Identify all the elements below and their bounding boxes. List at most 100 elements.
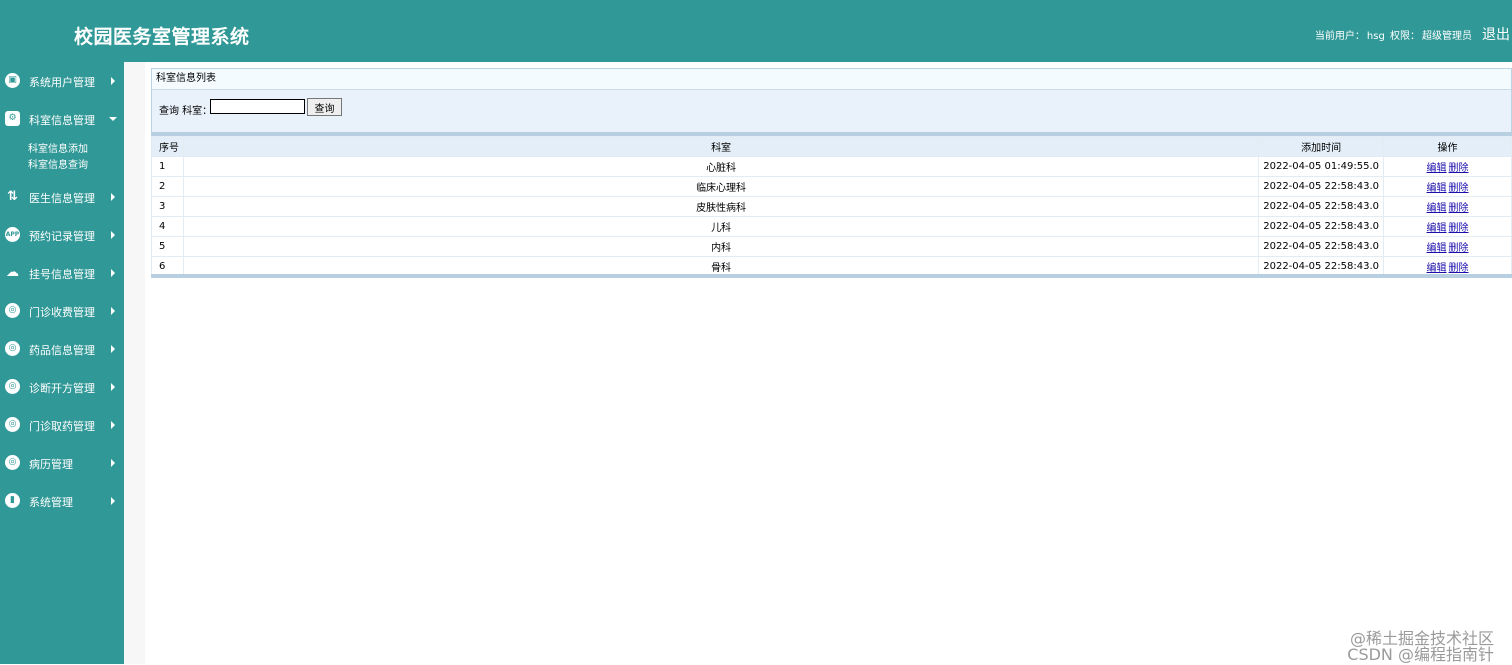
row-department: 内科: [182, 236, 1260, 257]
delete-link[interactable]: 删除: [1449, 163, 1469, 174]
row-time: 2022-04-05 22:58:43.0: [1258, 196, 1385, 217]
sidebar-item-label: 系统用户管理: [29, 76, 95, 89]
sidebar-item-label: 诊断开方管理: [29, 382, 95, 395]
row-time: 2022-04-05 22:58:43.0: [1258, 236, 1385, 257]
sidebar-item-system-users[interactable]: ▣ 系统用户管理: [0, 69, 124, 93]
user-label: 当前用户：: [1314, 31, 1365, 42]
sidebar-item-dispensing[interactable]: ◎ 门诊取药管理: [0, 413, 124, 437]
delete-link[interactable]: 删除: [1449, 263, 1469, 274]
row-time: 2022-04-05 22:58:43.0: [1258, 176, 1385, 197]
row-department: 儿科: [182, 216, 1260, 237]
sidebar-item-label: 预约记录管理: [29, 230, 95, 243]
row-actions: 编辑 删除: [1383, 236, 1512, 257]
table-bottom-border: [151, 274, 1512, 278]
search-panel: 科室信息列表 查询 科室： 查询: [151, 68, 1512, 134]
top-header: 校园医务室管理系统 当前用户： hsg 权限： 超级管理员 退出: [0, 0, 1512, 62]
table-row: 1 心脏科 2022-04-05 01:49:55.0 编辑 删除: [151, 156, 1512, 177]
chevron-down-icon: [109, 117, 117, 121]
role-name: 超级管理员: [1422, 31, 1472, 42]
edit-link[interactable]: 编辑: [1427, 163, 1447, 174]
department-table: 序号 科室 添加时间 操作 1 心脏科 2022-04-05 01:49:55.…: [151, 136, 1512, 277]
row-no: 2: [151, 176, 184, 197]
sidebar-item-label: 医生信息管理: [29, 192, 95, 205]
cloud-icon: ☁: [6, 265, 19, 280]
row-time: 2022-04-05 01:49:55.0: [1258, 156, 1385, 177]
row-actions: 编辑 删除: [1383, 176, 1512, 197]
sidebar-item-department[interactable]: ⚙ 科室信息管理: [0, 107, 124, 131]
current-user-info: 当前用户： hsg 权限： 超级管理员: [1313, 27, 1472, 42]
chevron-right-icon: [111, 193, 115, 201]
sidebar-item-doctor[interactable]: ⇅ 医生信息管理: [0, 185, 124, 209]
target-icon: ◎: [5, 341, 20, 356]
target-icon: ◎: [5, 417, 20, 432]
search-button[interactable]: 查询: [307, 98, 342, 116]
subitem-department-query[interactable]: 科室信息查询: [28, 156, 88, 171]
chevron-right-icon: [111, 459, 115, 467]
column-header-no: 序号: [151, 136, 184, 157]
delete-link[interactable]: 删除: [1449, 183, 1469, 194]
app-icon: APP: [5, 227, 20, 242]
sidebar-item-medicine[interactable]: ◎ 药品信息管理: [0, 337, 124, 361]
table-row: 5 内科 2022-04-05 22:58:43.0 编辑 删除: [151, 236, 1512, 257]
chevron-right-icon: [111, 77, 115, 85]
column-header-time: 添加时间: [1258, 136, 1385, 157]
row-no: 5: [151, 236, 184, 257]
chevron-right-icon: [111, 307, 115, 315]
department-search-input[interactable]: [210, 99, 305, 114]
row-time: 2022-04-05 22:58:43.0: [1258, 216, 1385, 237]
sidebar-item-label: 挂号信息管理: [29, 268, 95, 281]
sidebar-item-appointment[interactable]: APP 预约记录管理: [0, 223, 124, 247]
row-actions: 编辑 删除: [1383, 156, 1512, 177]
doctor-icon: ⇅: [7, 189, 18, 204]
column-header-department: 科室: [182, 136, 1260, 157]
sidebar-item-outpatient-fee[interactable]: ◎ 门诊收费管理: [0, 299, 124, 323]
row-no: 4: [151, 216, 184, 237]
chevron-right-icon: [111, 421, 115, 429]
target-icon: ◎: [5, 455, 20, 470]
column-header-actions: 操作: [1383, 136, 1512, 157]
panel-title: 科室信息列表: [152, 69, 1511, 90]
table-header-row: 序号 科室 添加时间 操作: [151, 136, 1512, 157]
edit-link[interactable]: 编辑: [1427, 183, 1447, 194]
sidebar-item-label: 门诊收费管理: [29, 306, 95, 319]
row-department: 心脏科: [182, 156, 1260, 177]
logout-link[interactable]: 退出: [1482, 24, 1510, 44]
table-row: 3 皮肤性病科 2022-04-05 22:58:43.0 编辑 删除: [151, 196, 1512, 217]
delete-link[interactable]: 删除: [1449, 203, 1469, 214]
sidebar-item-label: 门诊取药管理: [29, 420, 95, 433]
sidebar-item-registration[interactable]: ☁ 挂号信息管理: [0, 261, 124, 285]
app-title: 校园医务室管理系统: [74, 26, 250, 48]
subitem-department-add[interactable]: 科室信息添加: [28, 140, 88, 155]
delete-link[interactable]: 删除: [1449, 243, 1469, 254]
chevron-right-icon: [111, 383, 115, 391]
target-icon: ◎: [5, 379, 20, 394]
watermark-csdn: CSDN @编程指南针: [1347, 645, 1494, 664]
row-actions: 编辑 删除: [1383, 196, 1512, 217]
edit-link[interactable]: 编辑: [1427, 223, 1447, 234]
user-list-icon: ▣: [5, 73, 20, 88]
sidebar-menu: ▣ 系统用户管理 ⚙ 科室信息管理 科室信息添加 科室信息查询 ⇅ 医生信息管理…: [0, 62, 124, 664]
chevron-right-icon: [111, 269, 115, 277]
delete-link[interactable]: 删除: [1449, 223, 1469, 234]
sidebar-item-label: 科室信息管理: [29, 114, 95, 127]
row-no: 1: [151, 156, 184, 177]
edit-link[interactable]: 编辑: [1427, 243, 1447, 254]
edit-link[interactable]: 编辑: [1427, 203, 1447, 214]
target-icon: ◎: [5, 303, 20, 318]
sidebar-item-medical-record[interactable]: ◎ 病历管理: [0, 451, 124, 475]
user-name: hsg: [1366, 31, 1385, 42]
search-label: 查询 科室：: [159, 106, 213, 117]
row-department: 皮肤性病科: [182, 196, 1260, 217]
sidebar-item-diagnosis[interactable]: ◎ 诊断开方管理: [0, 375, 124, 399]
table-row: 2 临床心理科 2022-04-05 22:58:43.0 编辑 删除: [151, 176, 1512, 197]
chart-icon: ▮: [5, 493, 20, 508]
row-actions: 编辑 删除: [1383, 216, 1512, 237]
role-label: 权限：: [1390, 31, 1420, 42]
sidebar-item-system[interactable]: ▮ 系统管理: [0, 489, 124, 513]
table-row: 4 儿科 2022-04-05 22:58:43.0 编辑 删除: [151, 216, 1512, 237]
sidebar-item-label: 药品信息管理: [29, 344, 95, 357]
edit-link[interactable]: 编辑: [1427, 263, 1447, 274]
user-gear-icon: ⚙: [5, 111, 20, 126]
row-department: 临床心理科: [182, 176, 1260, 197]
chevron-right-icon: [111, 497, 115, 505]
